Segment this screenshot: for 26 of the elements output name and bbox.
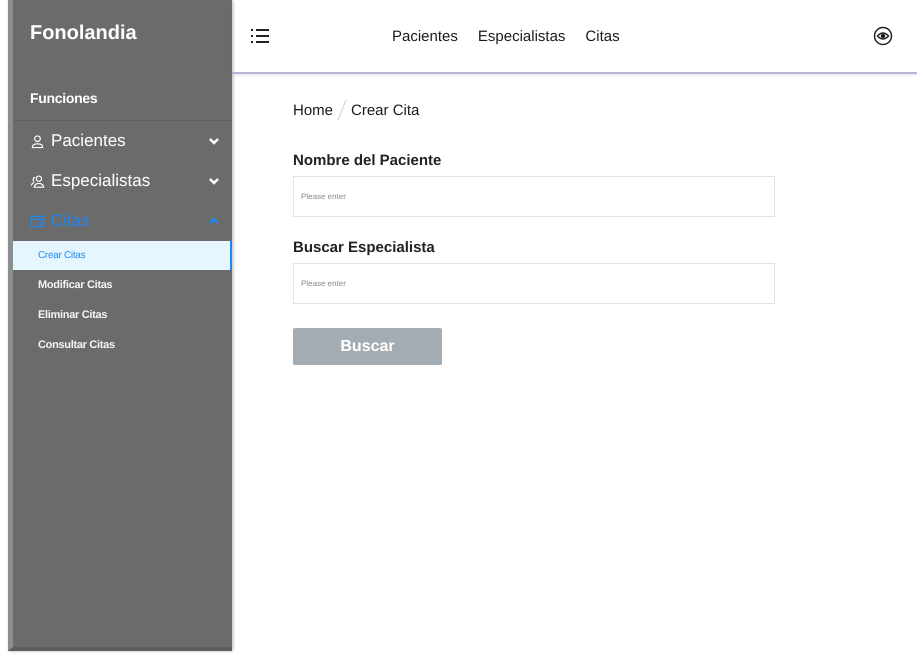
submenu-item[interactable]: Modificar Citas (13, 270, 232, 300)
separator-icon (337, 98, 348, 122)
section-title: Funciones (29, 89, 98, 108)
breadcrumb-item: Crear Cita (351, 102, 420, 118)
nav-link[interactable]: Pacientes (392, 28, 458, 44)
chevron-down-icon (208, 136, 220, 146)
sidebar-item[interactable]: Pacientes (13, 121, 232, 161)
sidebar-item[interactable]: Especialistas (13, 161, 232, 201)
breadcrumb-item[interactable]: Home (293, 102, 334, 118)
submenu-item[interactable]: Consultar Citas (13, 330, 232, 360)
eye-icon[interactable] (873, 26, 893, 46)
chevron-down-icon (208, 176, 220, 186)
people-icon (30, 174, 45, 188)
submenu-item[interactable]: Crear Citas (13, 241, 232, 270)
menu-icon[interactable] (250, 27, 270, 45)
field-label: Nombre del Paciente (293, 152, 442, 169)
nav-link[interactable]: Especialistas (478, 28, 566, 44)
person-icon (30, 134, 45, 148)
nav-link[interactable]: Citas (585, 28, 620, 44)
field-label: Buscar Especialista (293, 239, 436, 256)
input-field[interactable]: Please enter (293, 176, 775, 217)
input-field[interactable]: Please enter (293, 263, 775, 304)
chevron-up-icon (208, 216, 220, 226)
submenu-item[interactable]: Eliminar Citas (13, 300, 232, 330)
brand-title: Fonolandia (29, 21, 138, 46)
calendar-icon (30, 214, 45, 228)
